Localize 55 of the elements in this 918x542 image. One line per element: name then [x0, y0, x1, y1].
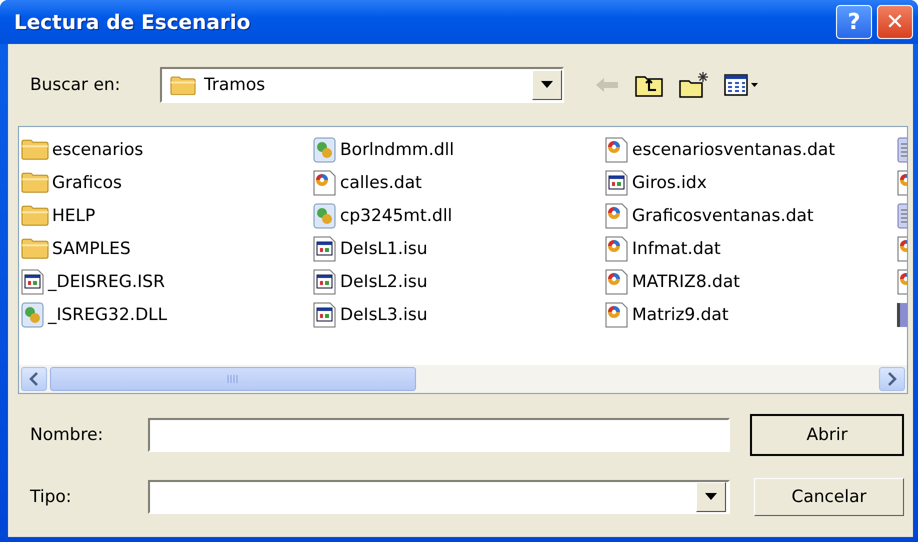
file-name[interactable]: cp3245mt.dll [340, 206, 452, 226]
file-name[interactable]: Matriz9.dat [632, 304, 728, 324]
open-button[interactable]: Abrir [750, 414, 904, 456]
file-name[interactable]: calles.dat [340, 172, 422, 192]
folder-icon [21, 204, 49, 227]
disc-document-icon [313, 170, 337, 196]
file-name[interactable]: DeIsL1.isu [340, 238, 428, 258]
folder-icon [21, 237, 49, 260]
file-name[interactable]: Graficosventanas.dat [632, 206, 814, 226]
notepad-icon [897, 202, 907, 228]
file-name[interactable]: MATRIZ8.dat [632, 272, 740, 292]
scroll-right-icon[interactable] [879, 367, 905, 391]
file-name[interactable]: Giros.idx [632, 172, 707, 192]
window-document-icon [313, 268, 337, 294]
window-document-icon [605, 170, 629, 196]
window-document-icon [313, 236, 337, 262]
disc-document-icon [605, 302, 629, 328]
window-document-icon [21, 268, 45, 294]
file-name[interactable]: escenariosventanas.dat [632, 140, 835, 160]
window-title: Lectura de Escenario [14, 10, 252, 34]
folder-icon [21, 171, 49, 194]
file-name[interactable]: DeIsL2.isu [340, 272, 428, 292]
view-menu-icon[interactable] [724, 73, 760, 97]
notepad-icon [897, 136, 907, 162]
cancel-button[interactable]: Cancelar [754, 478, 904, 516]
gear-document-icon [21, 302, 45, 328]
file-name[interactable]: Borlndmm.dll [340, 140, 454, 160]
disc-document-icon [605, 236, 629, 262]
look-in-label: Buscar en: [29, 75, 122, 95]
file-name[interactable]: SAMPLES [52, 238, 131, 258]
file-icon [897, 302, 907, 328]
file-name[interactable]: DeIsL3.isu [340, 304, 428, 324]
disc-document-icon [605, 268, 629, 294]
folder-icon [170, 74, 196, 96]
scroll-thumb[interactable] [50, 367, 416, 391]
file-name[interactable]: HELP [52, 206, 96, 226]
file-name[interactable]: Graficos [52, 172, 122, 192]
scroll-left-icon[interactable] [21, 367, 47, 391]
window-document-icon [313, 302, 337, 328]
disc-document-icon [605, 202, 629, 228]
gear-document-icon [313, 136, 337, 162]
folder-icon [21, 138, 49, 161]
file-name[interactable]: Infmat.dat [632, 238, 721, 258]
file-name[interactable]: _ISREG32.DLL [48, 304, 168, 324]
type-label: Tipo: [29, 487, 73, 507]
look-in-dropdown[interactable]: Tramos [160, 67, 564, 103]
file-name[interactable]: escenarios [52, 140, 144, 160]
file-name[interactable]: _DEISREG.ISR [48, 272, 165, 292]
name-field[interactable] [148, 418, 730, 452]
horizontal-scrollbar[interactable] [19, 365, 907, 393]
name-label: Nombre: [29, 425, 104, 445]
disc-document-icon [605, 136, 629, 162]
gear-document-icon [313, 202, 337, 228]
new-folder-icon[interactable] [678, 71, 710, 99]
type-dropdown[interactable] [148, 480, 730, 514]
